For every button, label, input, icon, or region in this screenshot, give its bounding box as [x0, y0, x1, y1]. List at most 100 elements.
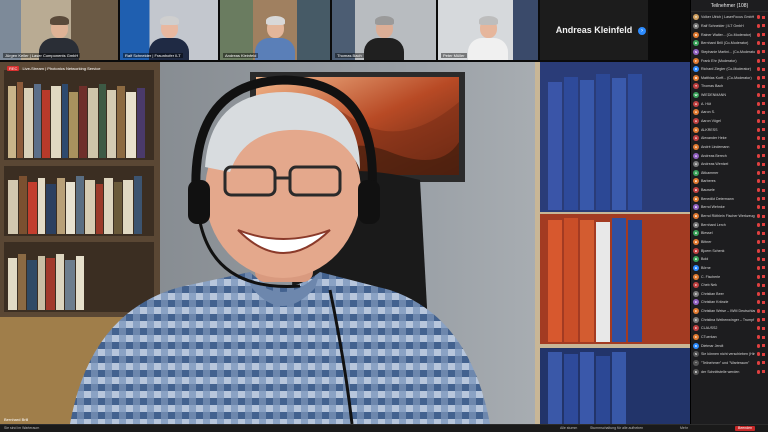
camera-off-icon [762, 197, 765, 201]
participant-name: Bernd Wehnke [701, 205, 725, 210]
participant-row[interactable]: B Bernd Wehnke [693, 203, 766, 212]
participant-avatar: A [693, 100, 699, 107]
gallery-tile[interactable]: Ralf Schneider | Fraunhofer ILT [120, 0, 218, 60]
participant-row[interactable]: C Christian Kränzle [693, 298, 766, 307]
gallery-tile[interactable]: Thomas Bach [332, 0, 436, 60]
participant-row[interactable]: C C. Fischerle [693, 272, 766, 281]
mic-muted-icon [757, 360, 760, 365]
participant-row[interactable]: A Aaron S. [693, 108, 766, 117]
participant-name: Bernd Röthlein Fischer Werkzeug... [701, 214, 755, 219]
speaker-name: Bernhard Brill [4, 417, 29, 422]
participants-panel: Teilnehmer (108) V Volker Ulrich | LaserF… [690, 0, 768, 424]
camera-off-icon [762, 300, 765, 304]
camera-off-icon [762, 154, 765, 158]
participant-name: A. Hüt [701, 101, 711, 106]
participant-row[interactable]: W WIEDENMANN [693, 91, 766, 100]
participant-row[interactable]: B Barberes [693, 177, 766, 186]
name-only-tile[interactable]: Andreas Kleinfeld [540, 0, 648, 60]
participant-row[interactable]: Ä Ättkammer [693, 169, 766, 178]
participant-row[interactable]: A ALKRESS [693, 125, 766, 134]
participant-row[interactable]: C Christian Beer [693, 290, 766, 299]
mic-muted-icon [757, 196, 760, 201]
participant-avatar: B [693, 178, 699, 185]
participant-avatar: A [693, 118, 699, 124]
participant-row[interactable]: C CTuerkan [693, 333, 766, 342]
participant-row[interactable]: C CLAUSS2 [693, 324, 766, 333]
chevron-right-icon[interactable]: › [638, 27, 646, 35]
participant-row[interactable]: B Bernhard Brill (Co-Moderator) [693, 39, 766, 48]
camera-off-icon [762, 223, 765, 227]
participant-row[interactable]: F Frank Ehr (Moderator) [693, 56, 766, 65]
mute-all-button[interactable]: Alle stumm [560, 426, 577, 431]
participant-avatar: C [693, 282, 699, 289]
participant-row[interactable]: SSie können nicht verschieben (Hinweis) [693, 350, 766, 359]
mic-muted-icon [757, 127, 760, 132]
participant-name: Aaron Vögel [701, 119, 721, 123]
camera-off-icon [762, 188, 765, 192]
camera-off-icon [762, 59, 765, 63]
participant-row[interactable]: A André Lindemann [693, 143, 766, 152]
mic-muted-icon [757, 23, 760, 28]
participant-row[interactable]: B Bittner [693, 238, 766, 247]
more-button[interactable]: Mehr [680, 426, 688, 431]
participant-row[interactable]: R Richard Ziegler (Co-Moderator) [693, 65, 766, 74]
camera-off-icon [762, 344, 765, 348]
camera-off-icon [762, 24, 765, 28]
gallery-tile[interactable]: Jürgen Keller | Laser Components GmbH [0, 0, 118, 60]
participants-title: Teilnehmer (108) [691, 0, 768, 12]
participant-row[interactable]: D Dietmar Jendt [693, 341, 766, 350]
participant-row[interactable]: A Alexander Heke [693, 134, 766, 143]
participant-row[interactable]: Dder Schnittstelle werden [693, 367, 766, 376]
participant-row[interactable]: B Bold [693, 255, 766, 264]
participant-avatar: C [693, 273, 699, 280]
camera-off-icon [762, 76, 765, 80]
participant-name: Ättkammer [701, 170, 719, 175]
mic-muted-icon [757, 231, 760, 236]
participant-row[interactable]: M Matthias Korff... (Co-Moderator) [693, 73, 766, 82]
participant-row[interactable]: A Aaron Vögel [693, 117, 766, 126]
participant-row[interactable]: B Bernd Röthlein Fischer Werkzeug... [693, 212, 766, 221]
participant-row[interactable]: B Bauwele [693, 186, 766, 195]
participant-row[interactable]: R Ralf Schneider | ILT GmbH [693, 22, 766, 31]
mic-muted-icon [757, 291, 760, 296]
mic-muted-icon [757, 300, 760, 305]
camera-off-icon [762, 93, 765, 97]
mic-muted-icon [757, 110, 760, 115]
participant-row[interactable]: A A. Hüt [693, 99, 766, 108]
mic-muted-icon [757, 119, 760, 123]
participant-avatar: R [693, 31, 699, 38]
participant-row[interactable]: C Christian Weise – IWM Deutschland [693, 307, 766, 316]
meeting-window: { "gallery": { "tiles": [ {"caption": "J… [0, 0, 768, 432]
participant-name: Barberes [701, 179, 716, 184]
participant-name: Thomas Bach [701, 84, 724, 89]
participant-row[interactable]: T Thomas Bach [693, 82, 766, 91]
participant-row[interactable]: A Andreas Wentzel [693, 160, 766, 169]
participant-row[interactable]: C Christina Weihenwinger – Trumpf [693, 315, 766, 324]
participant-row[interactable]: R Rainer Walter... (Co-Moderator) [693, 30, 766, 39]
gallery-tile[interactable]: Peter Müller [438, 0, 538, 60]
participant-row[interactable]: " "Teilnehmer" und "Warteraum" [693, 359, 766, 368]
camera-off-icon [762, 119, 765, 123]
participant-row[interactable]: B Bernhard Lerch [693, 220, 766, 229]
unmute-all-button[interactable]: Stummschaltung für alle aufheben [590, 426, 643, 431]
camera-off-icon [762, 326, 765, 330]
gallery-tile[interactable]: Andreas Kleinfeld [220, 0, 330, 60]
participant-avatar: R [693, 66, 699, 73]
participant-name: Alexander Heke [701, 136, 727, 141]
participant-row[interactable]: B Blessel [693, 229, 766, 238]
leave-button[interactable]: Beenden [735, 426, 756, 431]
participant-caption: Peter Müller [441, 53, 467, 58]
participant-row[interactable]: V Volker Ulrich | LaserFocus GmbH [693, 13, 766, 22]
participant-row[interactable]: B Börne [693, 264, 766, 273]
participant-avatar: V [693, 14, 699, 21]
participant-row[interactable]: B Benedikt Determann [693, 194, 766, 203]
participant-row[interactable]: S Stephanie Martini... (Co-Moderator) [693, 48, 766, 57]
participant-name: CTuerkan [701, 335, 717, 340]
camera-off-icon [762, 283, 765, 287]
participant-row[interactable]: B Bjoern Schenk [693, 246, 766, 255]
participant-row[interactable]: A Andreas Berech [693, 151, 766, 160]
participant-row[interactable]: C Cheb Nek [693, 281, 766, 290]
participant-name: Christian Weise – IWM Deutschland [701, 309, 755, 314]
participant-avatar: C [693, 290, 699, 297]
camera-off-icon [762, 275, 765, 279]
